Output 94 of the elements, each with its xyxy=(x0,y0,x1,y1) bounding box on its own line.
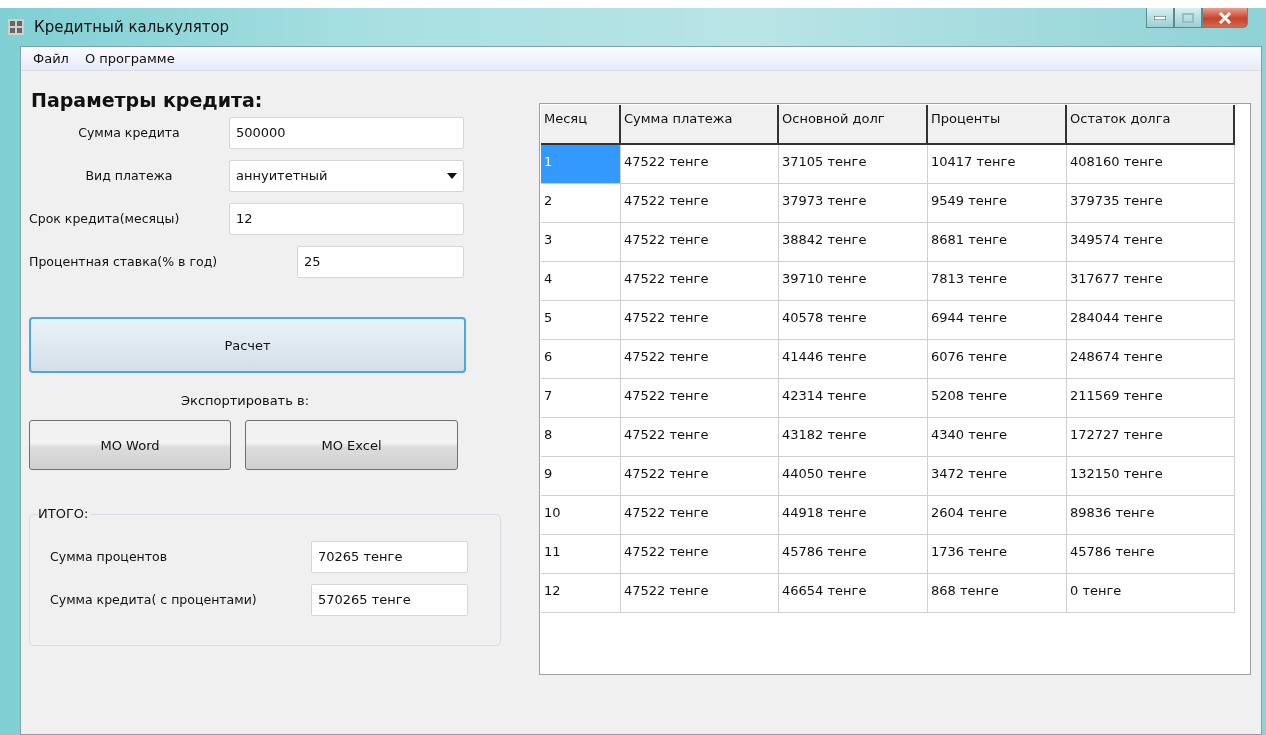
table-cell: 3472 тенге xyxy=(928,457,1067,496)
table-cell: 38842 тенге xyxy=(779,223,928,262)
table-cell: 1 xyxy=(541,145,621,184)
table-cell: 41446 тенге xyxy=(779,340,928,379)
table-cell: 47522 тенге xyxy=(621,340,779,379)
table-cell: 12 xyxy=(541,574,621,613)
table-cell: 42314 тенге xyxy=(779,379,928,418)
total-field: 570265 тенге xyxy=(311,583,468,616)
column-header[interactable]: Месяц xyxy=(541,105,621,145)
table-cell: 0 тенге xyxy=(1067,574,1235,613)
minimize-icon xyxy=(1154,15,1166,20)
total-label: Сумма кредита( с процентами) xyxy=(50,592,257,607)
table-cell: 10417 тенге xyxy=(928,145,1067,184)
close-button[interactable] xyxy=(1202,8,1248,28)
minimize-button[interactable] xyxy=(1146,8,1174,28)
export-label: Экспортировать в: xyxy=(180,393,309,408)
table-cell: 47522 тенге xyxy=(621,184,779,223)
table-cell: 5208 тенге xyxy=(928,379,1067,418)
calculate-button[interactable]: Расчет xyxy=(29,317,466,373)
table-cell: 4340 тенге xyxy=(928,418,1067,457)
table-cell: 6076 тенге xyxy=(928,340,1067,379)
table-cell: 39710 тенге xyxy=(779,262,928,301)
table-cell: 132150 тенге xyxy=(1067,457,1235,496)
field-label: Сумма кредита xyxy=(77,125,181,140)
menu-item[interactable]: О программе xyxy=(78,51,181,66)
table-cell: 47522 тенге xyxy=(621,379,779,418)
table-cell: 47522 тенге xyxy=(621,145,779,184)
table-cell: 47522 тенге xyxy=(621,418,779,457)
field-label: Вид платежа xyxy=(84,168,174,183)
table-cell: 408160 тенге xyxy=(1067,145,1235,184)
column-header[interactable]: Основной долг xyxy=(779,105,928,145)
table-cell: 89836 тенге xyxy=(1067,496,1235,535)
table-cell: 47522 тенге xyxy=(621,223,779,262)
table-cell: 172727 тенге xyxy=(1067,418,1235,457)
table-cell: 47522 тенге xyxy=(621,301,779,340)
table-cell: 9549 тенге xyxy=(928,184,1067,223)
table-cell: 349574 тенге xyxy=(1067,223,1235,262)
group-title: ИТОГО: xyxy=(38,506,91,521)
table-cell: 868 тенге xyxy=(928,574,1067,613)
table-cell: 317677 тенге xyxy=(1067,262,1235,301)
maximize-button[interactable] xyxy=(1174,8,1202,28)
table-cell: 44918 тенге xyxy=(779,496,928,535)
window-title: Кредитный калькулятор xyxy=(34,18,230,36)
table-cell: 3 xyxy=(541,223,621,262)
table-cell: 47522 тенге xyxy=(621,535,779,574)
column-header[interactable]: Остаток долга xyxy=(1067,105,1235,145)
table-cell: 379735 тенге xyxy=(1067,184,1235,223)
export-button[interactable]: MO Excel xyxy=(245,420,458,470)
caret-icon xyxy=(447,172,457,179)
table-cell: 43182 тенге xyxy=(779,418,928,457)
input-field[interactable]: 500000 xyxy=(229,116,464,149)
field-label: Процентная ставка(% в год) xyxy=(29,254,219,269)
close-icon xyxy=(1218,11,1232,24)
table-cell: 2 xyxy=(541,184,621,223)
table-cell: 44050 тенге xyxy=(779,457,928,496)
table-cell: 248674 тенге xyxy=(1067,340,1235,379)
table-cell: 7813 тенге xyxy=(928,262,1067,301)
table-cell: 46654 тенге xyxy=(779,574,928,613)
table-cell: 6 xyxy=(541,340,621,379)
table-cell: 45786 тенге xyxy=(1067,535,1235,574)
table-cell: 40578 тенге xyxy=(779,301,928,340)
calculator-icon xyxy=(8,19,24,35)
column-header[interactable]: Сумма платежа xyxy=(621,105,779,145)
table-cell: 4 xyxy=(541,262,621,301)
table-cell: 8 xyxy=(541,418,621,457)
table-cell: 8681 тенге xyxy=(928,223,1067,262)
table-cell: 1736 тенге xyxy=(928,535,1067,574)
field-label: Срок кредита(месяцы) xyxy=(29,211,181,226)
table-cell: 10 xyxy=(541,496,621,535)
maximize-icon xyxy=(1182,12,1194,23)
section-heading: Параметры кредита: xyxy=(31,89,264,111)
table-cell: 11 xyxy=(541,535,621,574)
table-cell: 5 xyxy=(541,301,621,340)
table-cell: 47522 тенге xyxy=(621,496,779,535)
table-cell: 37973 тенге xyxy=(779,184,928,223)
table-cell: 9 xyxy=(541,457,621,496)
export-button[interactable]: MO Word xyxy=(29,420,231,470)
table-cell: 284044 тенге xyxy=(1067,301,1235,340)
table-cell: 47522 тенге xyxy=(621,262,779,301)
table-cell: 6944 тенге xyxy=(928,301,1067,340)
table-cell: 47522 тенге xyxy=(621,574,779,613)
input-field[interactable]: 25 xyxy=(297,245,464,278)
table-cell: 7 xyxy=(541,379,621,418)
total-label: Сумма процентов xyxy=(50,549,168,564)
payment-type-dropdown[interactable]: аннуитетный xyxy=(229,159,464,192)
table-cell: 47522 тенге xyxy=(621,457,779,496)
table-cell: 37105 тенге xyxy=(779,145,928,184)
table-cell: 2604 тенге xyxy=(928,496,1067,535)
table-cell: 211569 тенге xyxy=(1067,379,1235,418)
menu-item[interactable]: Файл xyxy=(27,51,75,66)
input-field[interactable]: 12 xyxy=(229,202,464,235)
table-cell: 45786 тенге xyxy=(779,535,928,574)
column-header[interactable]: Проценты xyxy=(928,105,1067,145)
total-field: 70265 тенге xyxy=(311,540,468,573)
